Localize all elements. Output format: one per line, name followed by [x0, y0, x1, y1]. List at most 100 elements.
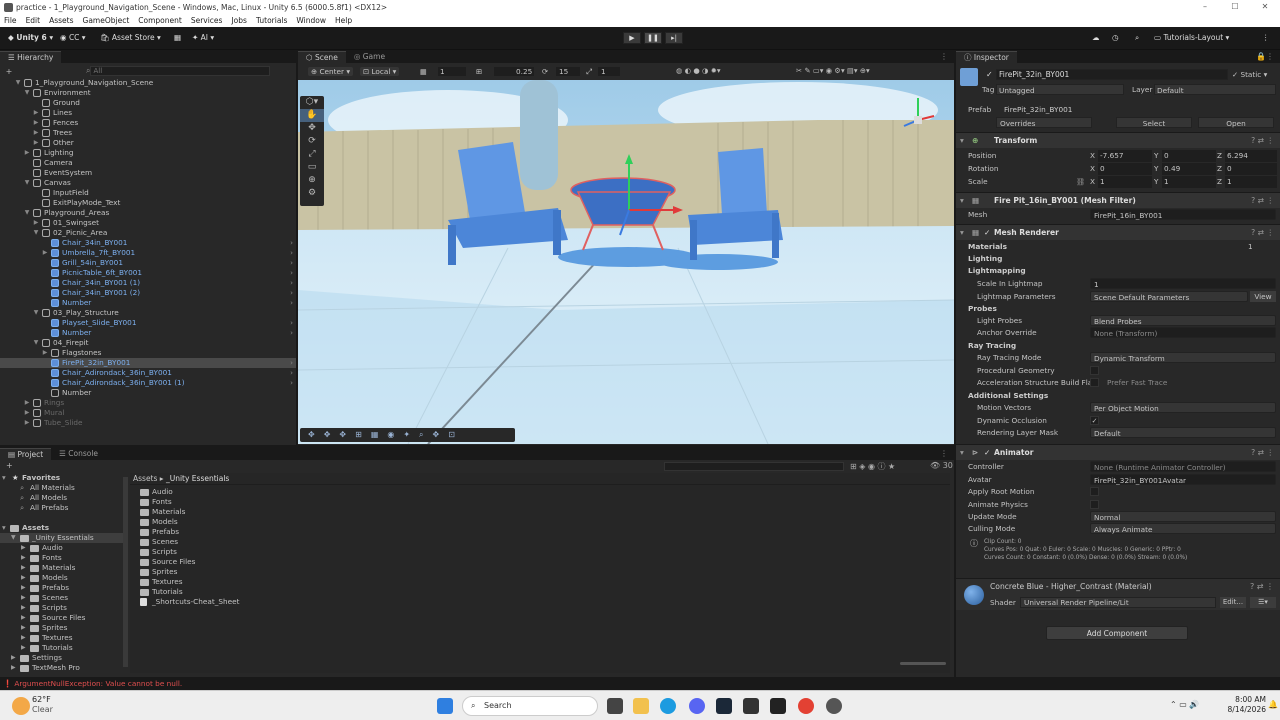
component-menu-icon[interactable]: ? ⇄ ⋮: [1251, 133, 1274, 149]
menu-tutorials[interactable]: Tutorials: [256, 16, 287, 25]
hierarchy-item[interactable]: ▼ Playground_Areas: [0, 208, 296, 218]
ray-tracing-mode-dropdown[interactable]: Dynamic Transform: [1090, 352, 1276, 363]
scene-gizmo-toggles-icon[interactable]: ✂ ✎ ▭▾ ◉ ⚙▾ ▤▾ ⊕▾: [796, 66, 870, 75]
history-icon[interactable]: ◷: [1108, 31, 1123, 45]
lighting-row[interactable]: Lighting: [956, 253, 1280, 265]
hierarchy-item[interactable]: Chair_Adirondack_36in_BY001 (1) ›: [0, 378, 296, 388]
hierarchy-item[interactable]: PicnicTable_6ft_BY001 ›: [0, 268, 296, 278]
hierarchy-item[interactable]: ▼ 02_Picnic_Area: [0, 228, 296, 238]
filter-icons[interactable]: ⊞ ◈ ◉ ⓘ ★: [850, 461, 895, 472]
foldout-arrow-icon[interactable]: ▶: [11, 653, 16, 663]
foldout-arrow-icon[interactable]: ▶: [21, 573, 26, 583]
asset-item[interactable]: Source Files: [130, 557, 950, 567]
hierarchy-item[interactable]: Number ›: [0, 328, 296, 338]
edge-icon[interactable]: [660, 698, 676, 714]
start-icon[interactable]: [437, 698, 453, 714]
status-bar[interactable]: ❗ ArgumentNullException: Value cannot be…: [0, 677, 1280, 690]
assets-foldout[interactable]: ▾ Assets: [0, 523, 128, 533]
motion-vectors-dropdown[interactable]: Per Object Motion: [1090, 402, 1276, 413]
prefab-open-icon[interactable]: ›: [290, 358, 293, 368]
hierarchy-item[interactable]: ▶ 01_Swingset: [0, 218, 296, 228]
status-error-message[interactable]: ArgumentNullException: Value cannot be n…: [14, 679, 182, 688]
more-icon[interactable]: ⋮: [1258, 31, 1274, 45]
cloud-icon[interactable]: ☁: [1088, 31, 1104, 45]
menu-gameobject[interactable]: GameObject: [83, 16, 130, 25]
prefab-open-icon[interactable]: ›: [290, 268, 293, 278]
project-tree-item[interactable]: ▶ Fonts: [0, 553, 128, 563]
rendering-layer-dropdown[interactable]: Default: [1090, 427, 1276, 438]
prefab-open-icon[interactable]: ›: [290, 258, 293, 268]
transform-header[interactable]: ▾ ⊕ Transform ? ⇄ ⋮: [956, 132, 1280, 148]
rotate-snap-icon[interactable]: ⟳: [542, 67, 548, 76]
hierarchy-item[interactable]: Chair_Adirondack_36in_BY001 ›: [0, 368, 296, 378]
breadcrumb-current[interactable]: _Unity Essentials: [166, 474, 229, 483]
scale-lightmap-field[interactable]: 1: [1090, 278, 1276, 289]
hierarchy-item[interactable]: ▶ Rings: [0, 398, 296, 408]
hierarchy-scene-root[interactable]: ▼ 1_Playground_Navigation_Scene: [0, 78, 296, 88]
tab-scene[interactable]: ⬡ Scene: [298, 51, 346, 63]
foldout-arrow-icon[interactable]: ▶: [23, 148, 31, 158]
foldout-arrow-icon[interactable]: ▶: [21, 593, 26, 603]
tool-view-icon[interactable]: ⬡▾: [300, 96, 324, 109]
favorites-foldout[interactable]: ▾ ★ Favorites: [0, 473, 128, 483]
scale-snap-icon[interactable]: ⤢: [586, 67, 592, 77]
tray-icons[interactable]: ⌃ ▭ 🔊: [1170, 700, 1199, 709]
view-button[interactable]: View: [1250, 291, 1276, 302]
foldout-arrow-icon[interactable]: ▶: [32, 218, 40, 228]
mesh-field[interactable]: FirePit_16in_BY001: [1090, 209, 1276, 220]
hierarchy-item[interactable]: Chair_34in_BY001 (1) ›: [0, 278, 296, 288]
dynamic-occlusion-checkbox[interactable]: ✓: [1090, 416, 1099, 425]
hierarchy-item[interactable]: ▼ 04_Firepit: [0, 338, 296, 348]
scene-view-options-icon[interactable]: ◍ ◐ ● ◑ ✹▾: [676, 66, 721, 75]
project-tree-item[interactable]: ▶ Materials: [0, 563, 128, 573]
tool-rotate-icon[interactable]: ⟳: [300, 135, 324, 148]
foldout-arrow-icon[interactable]: ▶: [41, 348, 49, 358]
scale-y-field[interactable]: 1: [1162, 176, 1216, 188]
project-tree-item[interactable]: ▶ Source Files: [0, 613, 128, 623]
component-menu-icon[interactable]: ? ⇄ ⋮: [1250, 582, 1274, 591]
foldout-arrow-icon[interactable]: ▶: [21, 543, 26, 553]
hierarchy-item[interactable]: ▶ Mural: [0, 408, 296, 418]
foldout-arrow-icon[interactable]: ▶: [32, 108, 40, 118]
prefab-open-icon[interactable]: ›: [290, 278, 293, 288]
project-tree-item[interactable]: ▶ Scripts: [0, 603, 128, 613]
asset-store-button[interactable]: 🛍 Asset Store ▾: [96, 31, 165, 45]
asset-item[interactable]: Scripts: [130, 547, 950, 557]
lock-icon[interactable]: 🔒⋮: [1256, 51, 1274, 63]
favorite-item[interactable]: ⌕ All Prefabs: [0, 503, 128, 513]
bottom-overlay-toolbar[interactable]: ✥✥✥⊞▦◉✦⌕✥⊡: [300, 428, 515, 442]
favorite-item[interactable]: ⌕ All Materials: [0, 483, 128, 493]
hierarchy-item[interactable]: Number: [0, 388, 296, 398]
foldout-arrow-icon[interactable]: ▼: [32, 338, 40, 348]
tool-rect-icon[interactable]: ▭: [300, 161, 324, 174]
rotation-z-field[interactable]: 0: [1225, 163, 1277, 175]
asset-item[interactable]: _Shortcuts-Cheat_Sheet: [130, 597, 950, 607]
foldout-arrow-icon[interactable]: ▼: [23, 178, 31, 188]
component-menu-icon[interactable]: ? ⇄ ⋮: [1251, 193, 1274, 209]
foldout-arrow-icon[interactable]: ▶: [21, 633, 26, 643]
close-button[interactable]: ✕: [1250, 0, 1280, 14]
grid-icon[interactable]: ▦: [420, 67, 427, 76]
hierarchy-item[interactable]: ▶ Tube_Slide: [0, 418, 296, 428]
lightmap-params-dropdown[interactable]: Scene Default Parameters: [1090, 291, 1248, 302]
lightmapping-foldout[interactable]: Lightmapping: [968, 265, 1026, 277]
component-menu-icon[interactable]: ? ⇄ ⋮: [1251, 445, 1274, 461]
breadcrumb-assets[interactable]: Assets: [133, 474, 157, 483]
position-x-field[interactable]: -7.657: [1098, 150, 1152, 162]
foldout-arrow-icon[interactable]: ▶: [21, 553, 26, 563]
overrides-dropdown[interactable]: Overrides: [996, 117, 1092, 128]
animate-physics-checkbox[interactable]: [1090, 500, 1099, 509]
hierarchy-item[interactable]: ▶ Umbrella_7ft_BY001 ›: [0, 248, 296, 258]
prefab-open-icon[interactable]: ›: [290, 318, 293, 328]
unity-hub-icon[interactable]: [743, 698, 759, 714]
open-button[interactable]: Open: [1198, 117, 1274, 128]
foldout-arrow-icon[interactable]: ▼: [32, 308, 40, 318]
prefab-open-icon[interactable]: ›: [290, 378, 293, 388]
foldout-arrow-icon[interactable]: ▶: [11, 663, 16, 673]
light-probes-dropdown[interactable]: Blend Probes: [1090, 315, 1276, 326]
hierarchy-item[interactable]: Chair_34in_BY001 ›: [0, 238, 296, 248]
tab-hierarchy[interactable]: ☰ Hierarchy: [0, 51, 62, 63]
hierarchy-item[interactable]: ▶ Trees: [0, 128, 296, 138]
asset-item[interactable]: Sprites: [130, 567, 950, 577]
task-view-icon[interactable]: [607, 698, 623, 714]
